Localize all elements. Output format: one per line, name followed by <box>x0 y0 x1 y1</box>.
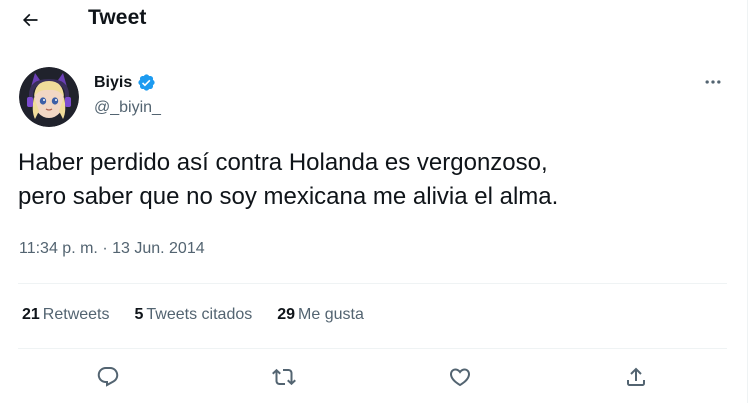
tweet-timestamp: 11:34 p. m. · 13 Jun. 2014 <box>19 240 205 258</box>
like-button[interactable] <box>445 362 475 392</box>
arrow-left-icon <box>22 13 38 27</box>
avatar-image <box>19 67 79 127</box>
more-horizontal-icon <box>705 80 721 84</box>
reply-button[interactable] <box>93 362 123 392</box>
tweet-page: Tweet Biyis @_biyin_ Haber perdido así c… <box>0 0 753 403</box>
quotes-label: Tweets citados <box>146 306 253 323</box>
likes-count: 29 <box>277 306 296 323</box>
author-name-row: Biyis <box>94 73 156 92</box>
verified-badge-icon <box>137 73 156 92</box>
tweet-stats: 21 Retweets 5 Tweets citados 29 Me gusta <box>22 306 364 324</box>
tweet-time[interactable]: 11:34 p. m. <box>19 240 98 257</box>
like-icon <box>449 368 471 387</box>
divider <box>18 283 727 284</box>
quotes-count: 5 <box>134 306 144 323</box>
tweet-text: Haber perdido así contra Holanda es verg… <box>18 146 718 214</box>
tweet-text-line: pero saber que no soy mexicana me alivia… <box>18 183 559 210</box>
back-button[interactable] <box>18 8 42 32</box>
page-header: Tweet <box>0 0 740 40</box>
likes-label: Me gusta <box>298 306 364 323</box>
quotes-stat[interactable]: 5 Tweets citados <box>135 306 253 324</box>
timestamp-separator: · <box>102 240 108 257</box>
tweet-actions <box>0 362 740 392</box>
reply-icon <box>97 367 119 387</box>
tweet-date[interactable]: 13 Jun. 2014 <box>112 240 205 257</box>
share-icon <box>627 367 645 386</box>
author-name[interactable]: Biyis <box>94 74 132 92</box>
divider <box>18 348 727 349</box>
page-title: Tweet <box>88 6 147 29</box>
share-button[interactable] <box>621 362 651 392</box>
author-handle[interactable]: @_biyin_ <box>94 99 161 117</box>
likes-stat[interactable]: 29 Me gusta <box>277 306 364 324</box>
retweets-stat[interactable]: 21 Retweets <box>22 306 110 324</box>
more-options-button[interactable] <box>700 72 726 92</box>
retweet-icon <box>272 368 296 386</box>
retweets-count: 21 <box>22 306 40 323</box>
column-border <box>747 0 748 403</box>
retweets-label: Retweets <box>42 306 110 323</box>
retweet-button[interactable] <box>269 362 299 392</box>
tweet-text-line: Haber perdido así contra Holanda es verg… <box>18 149 548 176</box>
avatar[interactable] <box>19 67 79 127</box>
